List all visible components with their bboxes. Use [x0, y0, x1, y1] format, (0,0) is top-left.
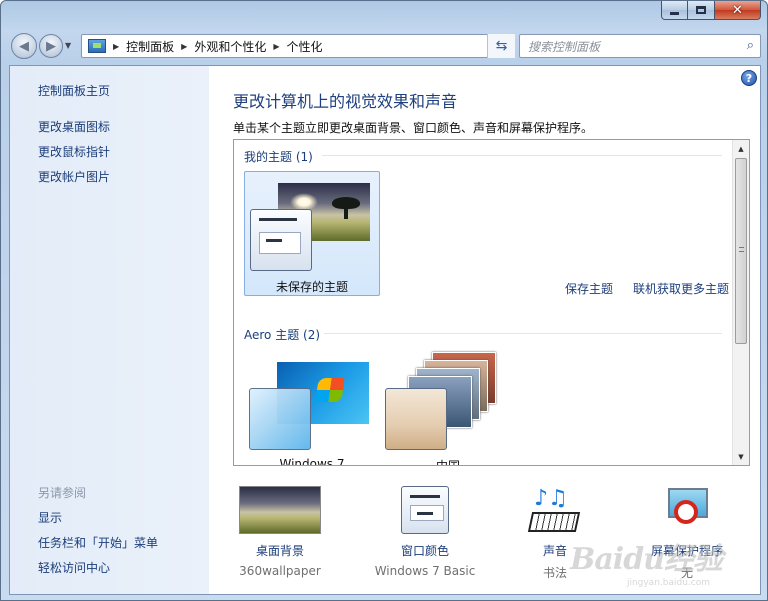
watermark-url: jingyan.baidu.com	[626, 578, 710, 588]
breadcrumb-separator-icon[interactable]: ▶	[181, 42, 187, 51]
desktop-background-label: 桌面背景	[255, 544, 304, 558]
theme-windows-7[interactable]: Windows 7	[244, 320, 380, 465]
breadcrumb-item-appearance[interactable]: 外观和个性化	[194, 38, 266, 55]
sound-icon: ♪♫	[527, 486, 581, 536]
recent-pages-dropdown-icon[interactable]: ▼	[65, 41, 71, 50]
sidebar-link-ease-of-access[interactable]: 轻松访问中心	[38, 559, 110, 576]
sidebar-link-home[interactable]: 控制面板主页	[38, 82, 110, 99]
wallpaper-icon	[239, 486, 321, 534]
sidebar-link-display[interactable]: 显示	[38, 509, 62, 526]
breadcrumb-separator-icon: ▶	[113, 41, 120, 51]
page-description: 单击某个主题立即更改桌面背景、窗口颜色、声音和屏幕保护程序。	[233, 121, 594, 135]
theme-actions: 保存主题 联机获取更多主题	[565, 280, 729, 297]
refresh-icon: ⇆	[495, 38, 508, 54]
forward-arrow-icon: ▶	[46, 38, 56, 54]
get-more-themes-link[interactable]: 联机获取更多主题	[633, 280, 729, 297]
sidebar-link-mouse-pointer[interactable]: 更改鼠标指针	[38, 143, 110, 160]
baidu-watermark: Baidu经验	[570, 542, 723, 577]
content-area: 控制面板主页 更改桌面图标 更改鼠标指针 更改帐户图片 另请参阅 显示 任务栏和…	[9, 65, 761, 595]
theme-name: Windows 7	[279, 457, 345, 466]
window-color-label: 窗口颜色	[400, 544, 449, 558]
scroll-up-icon[interactable]: ▲	[733, 140, 749, 157]
vertical-scrollbar[interactable]: ▲ ▼	[732, 140, 749, 465]
my-themes-header: 我的主题 (1)	[244, 150, 313, 164]
search-icon[interactable]: ⌕	[747, 38, 754, 53]
see-also-title: 另请参阅	[38, 486, 87, 500]
theme-list: 我的主题 (1) 未保存的主题 保存主题 联机获取更多主题 Aero 主题 (2…	[233, 139, 750, 466]
theme-china[interactable]: 中国	[380, 320, 516, 465]
theme-unsaved[interactable]: 未保存的主题	[244, 171, 380, 296]
glass-preview-icon	[249, 388, 311, 450]
refresh-button[interactable]: ⇆	[487, 34, 515, 58]
breadcrumb-item-personalization[interactable]: 个性化	[287, 38, 323, 55]
breadcrumb: ▶ 控制面板 ▶ 外观和个性化 ▶ 个性化	[106, 38, 323, 55]
window: ✕ ◀ ▶ ▼ ▶ 控制面板 ▶ 外观和个性化 ▶ 个性化 ▼ ⇆ 搜索控制面板…	[0, 0, 768, 601]
screensaver-icon	[662, 486, 712, 536]
minimize-button[interactable]	[661, 1, 688, 20]
navigation-bar: ◀ ▶ ▼ ▶ 控制面板 ▶ 外观和个性化 ▶ 个性化 ▼ ⇆ 搜索控制面板 ⌕	[9, 33, 761, 59]
forward-button[interactable]: ▶	[39, 34, 63, 58]
sidebar-link-account-picture[interactable]: 更改帐户图片	[38, 168, 110, 185]
glass-preview-icon	[385, 388, 447, 450]
scroll-down-icon[interactable]: ▼	[733, 448, 749, 465]
maximize-button[interactable]	[688, 1, 715, 20]
divider	[322, 155, 722, 156]
page-title: 更改计算机上的视觉效果和声音	[233, 92, 458, 111]
maximize-icon	[696, 6, 706, 14]
search-input[interactable]: 搜索控制面板 ⌕	[519, 34, 761, 58]
keyboard-icon	[527, 512, 581, 532]
breadcrumb-item-control-panel[interactable]: 控制面板	[126, 38, 174, 55]
sidebar-link-taskbar[interactable]: 任务栏和「开始」菜单	[38, 534, 158, 551]
control-panel-icon	[88, 39, 106, 53]
search-placeholder: 搜索控制面板	[528, 39, 601, 54]
music-note-icon: ♪♫	[534, 486, 568, 511]
close-icon: ✕	[732, 2, 743, 18]
close-button[interactable]: ✕	[715, 1, 761, 20]
windows-logo-icon	[315, 378, 345, 402]
caption-buttons: ✕	[661, 1, 761, 20]
minimize-icon	[670, 11, 679, 15]
address-bar[interactable]: ▶ 控制面板 ▶ 外观和个性化 ▶ 个性化 ▼	[81, 34, 515, 58]
sidebar-link-desktop-icons[interactable]: 更改桌面图标	[38, 118, 110, 135]
desktop-background-value: 360wallpaper	[239, 564, 321, 578]
no-symbol-icon	[674, 500, 698, 524]
window-color-icon	[401, 486, 449, 534]
help-icon[interactable]: ?	[741, 70, 757, 86]
save-theme-link[interactable]: 保存主题	[565, 280, 613, 297]
scroll-thumb[interactable]	[735, 158, 747, 344]
window-preview-icon	[250, 209, 312, 271]
theme-settings-bar: 桌面背景 360wallpaper 窗口颜色 Windows 7 Basic ♪…	[233, 478, 750, 588]
main-panel: ? 更改计算机上的视觉效果和声音 单击某个主题立即更改桌面背景、窗口颜色、声音和…	[210, 66, 760, 594]
theme-name: 未保存的主题	[275, 280, 348, 294]
back-button[interactable]: ◀	[11, 33, 37, 59]
breadcrumb-separator-icon[interactable]: ▶	[273, 42, 279, 51]
window-color-value: Windows 7 Basic	[374, 564, 476, 578]
sidebar: 控制面板主页 更改桌面图标 更改鼠标指针 更改帐户图片 另请参阅 显示 任务栏和…	[10, 66, 209, 594]
back-arrow-icon: ◀	[19, 38, 29, 54]
theme-name: 中国	[435, 459, 460, 466]
